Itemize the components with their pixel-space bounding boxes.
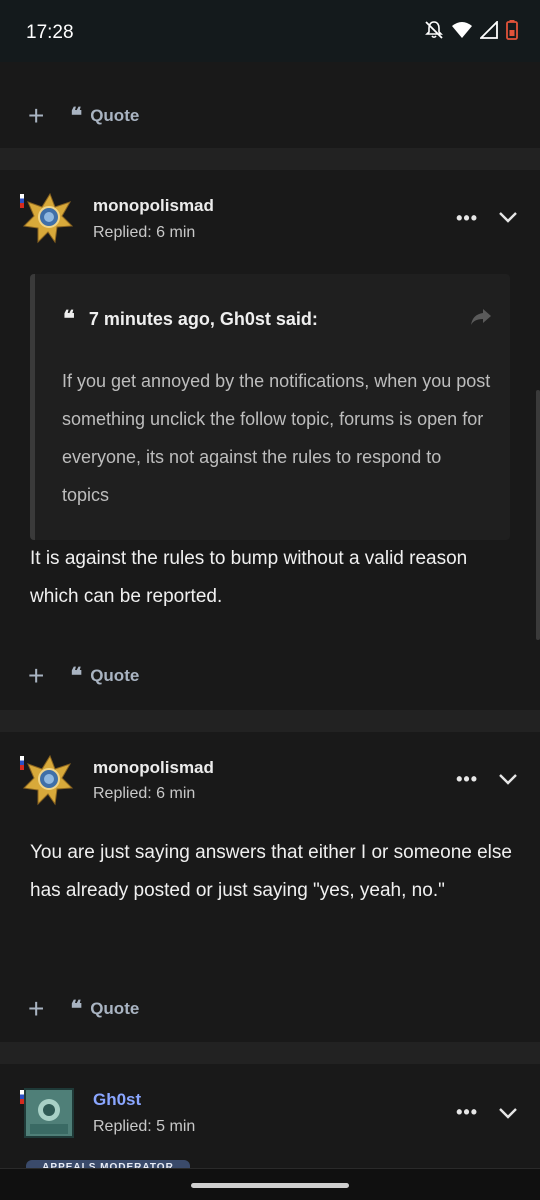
wifi-icon — [452, 22, 472, 38]
chevron-down-icon[interactable] — [498, 1106, 518, 1120]
post-divider — [0, 710, 540, 732]
post-divider — [0, 1042, 540, 1064]
post-2: monopolismad Replied: 6 min ••• You are … — [0, 732, 540, 1042]
add-reaction-button[interactable]: + — [28, 102, 44, 130]
status-bar: 17:28 — [0, 0, 540, 62]
battery-low-icon — [506, 20, 518, 40]
quote-label: Quote — [90, 666, 140, 685]
quote-button[interactable]: ❝ Quote — [70, 998, 139, 1020]
notifications-off-icon — [425, 21, 443, 39]
add-reaction-button[interactable]: + — [28, 662, 44, 690]
chevron-down-icon[interactable] — [498, 210, 518, 224]
previous-post-footer: + ❝ Quote — [0, 62, 540, 148]
star-badge-avatar-icon — [22, 192, 74, 244]
navigation-bar — [0, 1168, 540, 1200]
quote-icon: ❝ — [63, 306, 75, 332]
reply-time: Replied: 6 min — [93, 785, 196, 802]
more-options-icon[interactable]: ••• — [456, 1102, 478, 1123]
post-1: monopolismad Replied: 6 min ••• ❝ 7 minu… — [0, 170, 540, 710]
avatar[interactable] — [20, 754, 76, 806]
home-gesture-handle[interactable] — [191, 1183, 349, 1188]
post-actions: + ❝ Quote — [28, 662, 139, 690]
quote-block: ❝ 7 minutes ago, Gh0st said: If you get … — [30, 274, 510, 540]
cell-signal-icon — [480, 21, 498, 39]
star-badge-avatar-icon — [22, 754, 74, 806]
post-actions: + ❝ Quote — [28, 102, 139, 130]
share-arrow-icon[interactable] — [470, 308, 492, 326]
avatar[interactable] — [20, 192, 76, 244]
reply-time: Replied: 6 min — [93, 224, 196, 241]
more-options-icon[interactable]: ••• — [456, 769, 478, 790]
quote-label: Quote — [90, 106, 140, 125]
role-badge: APPEALS MODERATOR — [26, 1160, 190, 1168]
quote-icon: ❝ — [70, 103, 83, 129]
author-name[interactable]: monopolismad — [93, 196, 214, 216]
reply-time: Replied: 5 min — [93, 1118, 196, 1135]
post-3: Gh0st Replied: 5 min ••• APPEALS MODERAT… — [0, 1064, 540, 1168]
scrollbar[interactable] — [536, 390, 540, 640]
post-actions: + ❝ Quote — [28, 995, 139, 1023]
more-options-icon[interactable]: ••• — [456, 208, 478, 229]
post-body: You are just saying answers that either … — [30, 842, 512, 901]
quote-header: ❝ 7 minutes ago, Gh0st said: — [63, 308, 318, 330]
chevron-down-icon[interactable] — [498, 772, 518, 786]
status-icons — [424, 20, 518, 40]
quote-label: Quote — [90, 999, 140, 1018]
author-name[interactable]: Gh0st — [93, 1090, 141, 1110]
post-divider — [0, 148, 540, 170]
quote-icon: ❝ — [70, 996, 83, 1022]
quote-button[interactable]: ❝ Quote — [70, 105, 139, 127]
add-reaction-button[interactable]: + — [28, 995, 44, 1023]
profile-photo-avatar-icon — [24, 1088, 74, 1138]
status-time: 17:28 — [26, 22, 74, 43]
quote-icon: ❝ — [70, 663, 83, 689]
quote-text: If you get annoyed by the notifications,… — [62, 371, 491, 505]
author-name[interactable]: monopolismad — [93, 758, 214, 778]
quote-button[interactable]: ❝ Quote — [70, 665, 139, 687]
quote-attribution[interactable]: 7 minutes ago, Gh0st said: — [89, 309, 318, 330]
avatar[interactable] — [20, 1088, 76, 1140]
post-body: It is against the rules to bump without … — [30, 548, 468, 607]
